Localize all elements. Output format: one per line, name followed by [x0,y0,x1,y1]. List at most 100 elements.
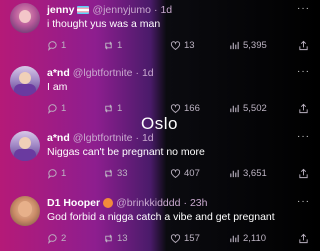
like-button[interactable]: 407 [170,168,200,179]
separator-dot: · [183,197,187,209]
tweet-actions: 2 13 157 2,110 [47,233,309,247]
retweet-button[interactable]: 13 [103,233,128,244]
avatar-face [19,10,31,23]
reply-icon [48,104,57,114]
share-button[interactable] [298,168,309,179]
timestamp[interactable]: 1d [142,67,154,79]
share-icon [299,103,308,114]
retweet-button[interactable]: 1 [103,103,122,114]
views-button[interactable]: 2,110 [229,233,266,244]
like-count: 13 [184,40,195,51]
separator-dot: · [153,4,158,16]
more-options-button[interactable]: ··· [297,131,310,142]
user-handle[interactable]: @brinkkidddd [116,197,180,209]
share-icon [299,40,308,51]
display-name[interactable]: D1 Hooper [47,197,100,209]
overlay-caption: Oslo [141,114,178,133]
separator-dot: · [135,132,139,144]
tweet-header: a*nd @lgbtfortnite · 1d [47,132,154,144]
tweet-actions: 1 1 166 5,502 [47,103,309,117]
views-button[interactable]: 5,502 [229,103,267,114]
heart-icon [170,41,181,50]
avatar[interactable] [10,3,40,33]
retweet-count: 33 [117,168,128,179]
tweet-feed: jenny @jennyjumo · 1d ··· i thought yus … [0,0,320,251]
reply-button[interactable]: 2 [47,233,66,244]
view-count: 2,110 [243,233,267,244]
tweet[interactable]: a*nd @lgbtfortnite · 1d ··· Niggas can't… [0,131,320,183]
tweet-text: i thought yus was a man [47,18,161,30]
reply-button[interactable]: 1 [47,103,66,114]
view-count: 3,651 [243,168,267,179]
like-button[interactable]: 157 [170,233,200,244]
avatar-face [18,201,32,217]
like-count: 407 [184,168,200,179]
tweet-actions: 1 33 407 3,651 [47,168,309,182]
more-options-button[interactable]: ··· [297,3,310,14]
heart-icon [170,169,181,178]
share-button[interactable] [298,40,309,51]
share-button[interactable] [298,233,309,244]
views-icon [230,104,239,113]
tweet[interactable]: D1 Hooper @brinkkidddd · 23h ··· God for… [0,196,320,248]
more-options-button[interactable]: ··· [297,66,310,77]
more-options-button[interactable]: ··· [297,196,310,207]
reply-button[interactable]: 1 [47,168,66,179]
views-icon [230,41,239,50]
reply-count: 1 [61,168,67,179]
avatar[interactable] [10,66,40,96]
tweet-header: a*nd @lgbtfortnite · 1d [47,67,154,79]
retweet-count: 1 [117,103,123,114]
display-name[interactable]: jenny [47,4,74,16]
tweet-text: Niggas can't be pregnant no more [47,146,205,158]
tweet[interactable]: jenny @jennyjumo · 1d ··· i thought yus … [0,3,320,55]
views-icon [230,169,239,178]
tweet[interactable]: a*nd @lgbtfortnite · 1d ··· I am 1 1 166… [0,66,320,118]
user-handle[interactable]: @lgbtfortnite [73,67,133,79]
share-button[interactable] [298,103,309,114]
retweet-icon [105,234,112,243]
user-handle[interactable]: @jennyjumo [92,4,151,16]
timestamp[interactable]: 1d [160,4,172,16]
retweet-count: 13 [117,233,128,244]
display-name[interactable]: a*nd [47,132,70,144]
retweet-icon [105,41,112,50]
views-button[interactable]: 3,651 [229,168,267,179]
avatar-face [19,72,31,84]
reply-count: 1 [61,103,67,114]
avatar[interactable] [10,196,40,226]
like-button[interactable]: 13 [170,40,195,51]
views-icon [230,234,239,243]
trans-flag-icon [77,6,90,14]
tweet-text: I am [47,81,68,93]
tweet-header: jenny @jennyjumo · 1d [47,4,172,16]
heart-icon [170,234,181,243]
reply-count: 2 [61,233,67,244]
like-count: 166 [184,103,200,114]
views-button[interactable]: 5,395 [229,40,267,51]
retweet-count: 1 [117,40,123,51]
timestamp[interactable]: 23h [190,197,208,209]
tweet-actions: 1 1 13 5,395 [47,40,309,54]
orange-badge-icon [103,198,114,208]
reply-icon [48,169,57,179]
avatar-face [19,137,31,149]
like-button[interactable]: 166 [170,103,200,114]
share-icon [299,168,308,179]
like-count: 157 [184,233,200,244]
reply-button[interactable]: 1 [47,40,66,51]
avatar-shirt [14,84,36,96]
retweet-icon [105,104,112,113]
tweet-header: D1 Hooper @brinkkidddd · 23h [47,197,207,209]
display-name[interactable]: a*nd [47,67,70,79]
view-count: 5,502 [243,103,267,114]
avatar[interactable] [10,131,40,161]
view-count: 5,395 [243,40,267,51]
share-icon [299,233,308,244]
retweet-button[interactable]: 33 [103,168,128,179]
reply-icon [48,41,57,51]
retweet-button[interactable]: 1 [103,40,122,51]
tweet-text: God forbid a nigga catch a vibe and get … [47,211,275,223]
user-handle[interactable]: @lgbtfortnite [73,132,133,144]
avatar-shirt [14,149,36,161]
